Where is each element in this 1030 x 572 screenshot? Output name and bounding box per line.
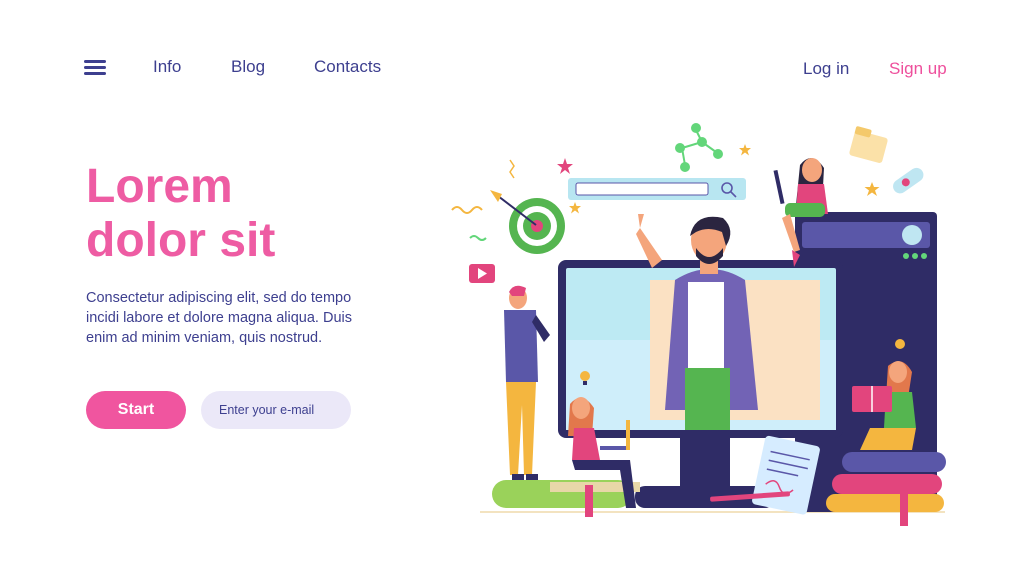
squiggle-decoration: [469, 235, 487, 241]
hero-title: Lorem dolor sit: [86, 160, 426, 268]
hamburger-menu-icon[interactable]: [84, 59, 106, 75]
star-icon: [557, 158, 573, 174]
squiggle-decoration: [451, 206, 483, 214]
star-icon: [739, 144, 751, 156]
email-input[interactable]: [201, 391, 351, 429]
molecule-icon: [675, 123, 723, 172]
hero-title-line-2: dolor sit: [86, 214, 276, 267]
signup-link[interactable]: Sign up: [889, 59, 947, 79]
login-link[interactable]: Log in: [803, 59, 849, 79]
book-stack-right-icon: [826, 452, 946, 526]
hero-description: Consectetur adipiscing elit, sed do temp…: [86, 290, 352, 346]
squiggle-decoration: [509, 159, 515, 179]
start-button[interactable]: Start: [86, 391, 186, 429]
online-learning-illustration: [451, 123, 946, 526]
diploma-icon: [893, 167, 924, 194]
nav-link-blog[interactable]: Blog: [231, 57, 265, 77]
nav-link-info[interactable]: Info: [153, 57, 181, 77]
search-bar-graphic: [568, 178, 746, 200]
star-icon: [569, 202, 581, 214]
folder-icon: [849, 126, 888, 163]
star-icon: [864, 182, 880, 196]
man-standing-figure: [504, 285, 550, 480]
nav-link-contacts[interactable]: Contacts: [314, 57, 381, 77]
target-icon: [490, 190, 565, 254]
hero-title-line-1: Lorem: [86, 160, 233, 213]
video-play-icon: [469, 264, 495, 283]
